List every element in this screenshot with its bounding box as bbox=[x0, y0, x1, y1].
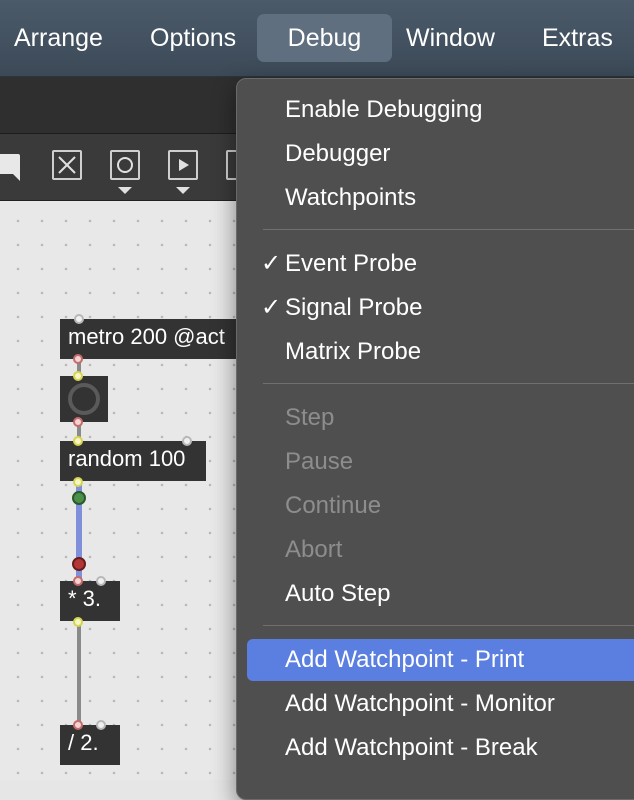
menu-item-label: Step bbox=[285, 404, 335, 431]
inlet[interactable] bbox=[73, 576, 83, 586]
outlet[interactable] bbox=[73, 617, 83, 627]
menu-item-label: Matrix Probe bbox=[285, 338, 422, 365]
menu-options[interactable]: Options bbox=[136, 14, 250, 62]
menu-item-label: Watchpoints bbox=[285, 184, 417, 211]
menu-item-continue: Continue bbox=[247, 485, 634, 527]
bang-circle-icon bbox=[68, 383, 100, 415]
inlet[interactable] bbox=[74, 314, 84, 324]
toggle-x-icon[interactable] bbox=[52, 150, 82, 180]
menu-item-label: Auto Step bbox=[285, 580, 391, 607]
outlet[interactable] bbox=[73, 354, 83, 364]
checkmark-icon: ✓ bbox=[261, 250, 282, 277]
comment-icon[interactable] bbox=[0, 154, 20, 174]
button-circle-icon[interactable] bbox=[110, 150, 140, 180]
inlet[interactable] bbox=[73, 436, 83, 446]
comment-tail-icon bbox=[12, 173, 20, 181]
menu-item-add-watchpoint-print[interactable]: Add Watchpoint - Print bbox=[247, 639, 634, 681]
menu-item-pause: Pause bbox=[247, 441, 634, 483]
bang-object[interactable] bbox=[60, 376, 108, 422]
probe-start-dot[interactable] bbox=[72, 491, 86, 505]
menu-item-label: Enable Debugging bbox=[285, 96, 483, 123]
play-icon[interactable] bbox=[168, 150, 198, 180]
menu-item-label: Add Watchpoint - Monitor bbox=[285, 690, 555, 717]
outlet[interactable] bbox=[73, 417, 83, 427]
chevron-down-icon[interactable] bbox=[118, 187, 132, 194]
inlet[interactable] bbox=[96, 720, 106, 730]
menu-separator bbox=[263, 383, 634, 384]
menu-separator bbox=[263, 229, 634, 230]
menu-item-label: Event Probe bbox=[285, 250, 418, 277]
menu-arrange[interactable]: Arrange bbox=[0, 14, 117, 62]
menu-item-label: Continue bbox=[285, 492, 382, 519]
menu-item-matrix-probe[interactable]: Matrix Probe bbox=[247, 331, 634, 373]
menu-item-label: Add Watchpoint - Print bbox=[285, 646, 525, 673]
debug-menu: Enable Debugging Debugger Watchpoints ✓ … bbox=[236, 78, 634, 800]
menu-item-event-probe[interactable]: ✓ Event Probe bbox=[247, 243, 634, 285]
menu-item-step: Step bbox=[247, 397, 634, 439]
menu-debug[interactable]: Debug bbox=[257, 14, 392, 62]
menu-item-label: Signal Probe bbox=[285, 294, 423, 321]
menu-item-debugger[interactable]: Debugger bbox=[247, 133, 634, 175]
patch-cord[interactable] bbox=[77, 621, 81, 725]
random-object[interactable]: random 100 bbox=[60, 441, 206, 481]
chevron-down-icon[interactable] bbox=[176, 187, 190, 194]
menu-item-label: Add Watchpoint - Break bbox=[285, 734, 538, 761]
menu-window[interactable]: Window bbox=[392, 14, 509, 62]
metro-object[interactable]: metro 200 @act bbox=[60, 319, 250, 359]
multiply-object[interactable]: * 3. bbox=[60, 581, 120, 621]
menu-item-label: Abort bbox=[285, 536, 343, 563]
menu-item-auto-step[interactable]: Auto Step bbox=[247, 573, 634, 615]
inlet[interactable] bbox=[96, 576, 106, 586]
menu-item-abort: Abort bbox=[247, 529, 634, 571]
menu-item-watchpoints[interactable]: Watchpoints bbox=[247, 177, 634, 219]
menu-item-add-watchpoint-break[interactable]: Add Watchpoint - Break bbox=[247, 727, 634, 769]
inlet[interactable] bbox=[182, 436, 192, 446]
menu-extras[interactable]: Extras bbox=[528, 14, 627, 62]
inlet[interactable] bbox=[73, 371, 83, 381]
menu-item-label: Pause bbox=[285, 448, 354, 475]
inlet[interactable] bbox=[73, 720, 83, 730]
menu-bar: Arrange Options Debug Window Extras bbox=[0, 0, 634, 77]
menu-item-label: Debugger bbox=[285, 140, 391, 167]
divide-object[interactable]: / 2. bbox=[60, 725, 120, 765]
checkmark-icon: ✓ bbox=[261, 294, 282, 321]
outlet[interactable] bbox=[73, 477, 83, 487]
menu-item-enable-debugging[interactable]: Enable Debugging bbox=[247, 89, 634, 131]
menu-separator bbox=[263, 625, 634, 626]
menu-item-add-watchpoint-monitor[interactable]: Add Watchpoint - Monitor bbox=[247, 683, 634, 725]
menu-item-signal-probe[interactable]: ✓ Signal Probe bbox=[247, 287, 634, 329]
probe-end-dot[interactable] bbox=[72, 557, 86, 571]
